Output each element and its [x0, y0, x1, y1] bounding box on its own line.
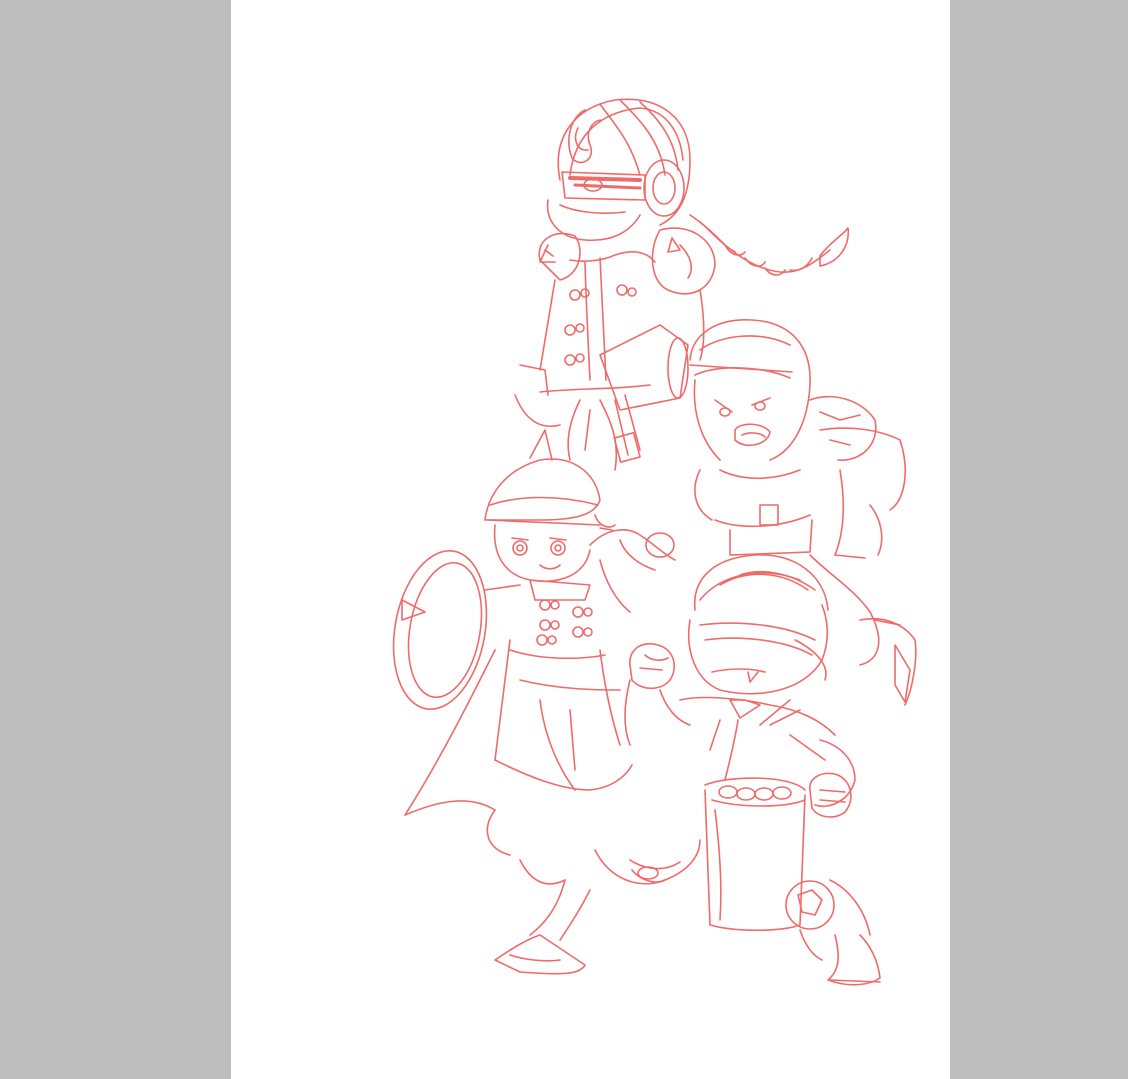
- left-gutter: [0, 0, 231, 1079]
- right-gutter: [950, 0, 1128, 1079]
- shield-warrior-figure: [392, 429, 701, 975]
- shouting-girl-figure: [689, 319, 917, 706]
- top-warrior-figure: [514, 98, 849, 471]
- drawing-canvas[interactable]: [231, 0, 950, 1079]
- character-sketch-artwork: [392, 98, 917, 986]
- drum-boy-figure: [624, 554, 881, 986]
